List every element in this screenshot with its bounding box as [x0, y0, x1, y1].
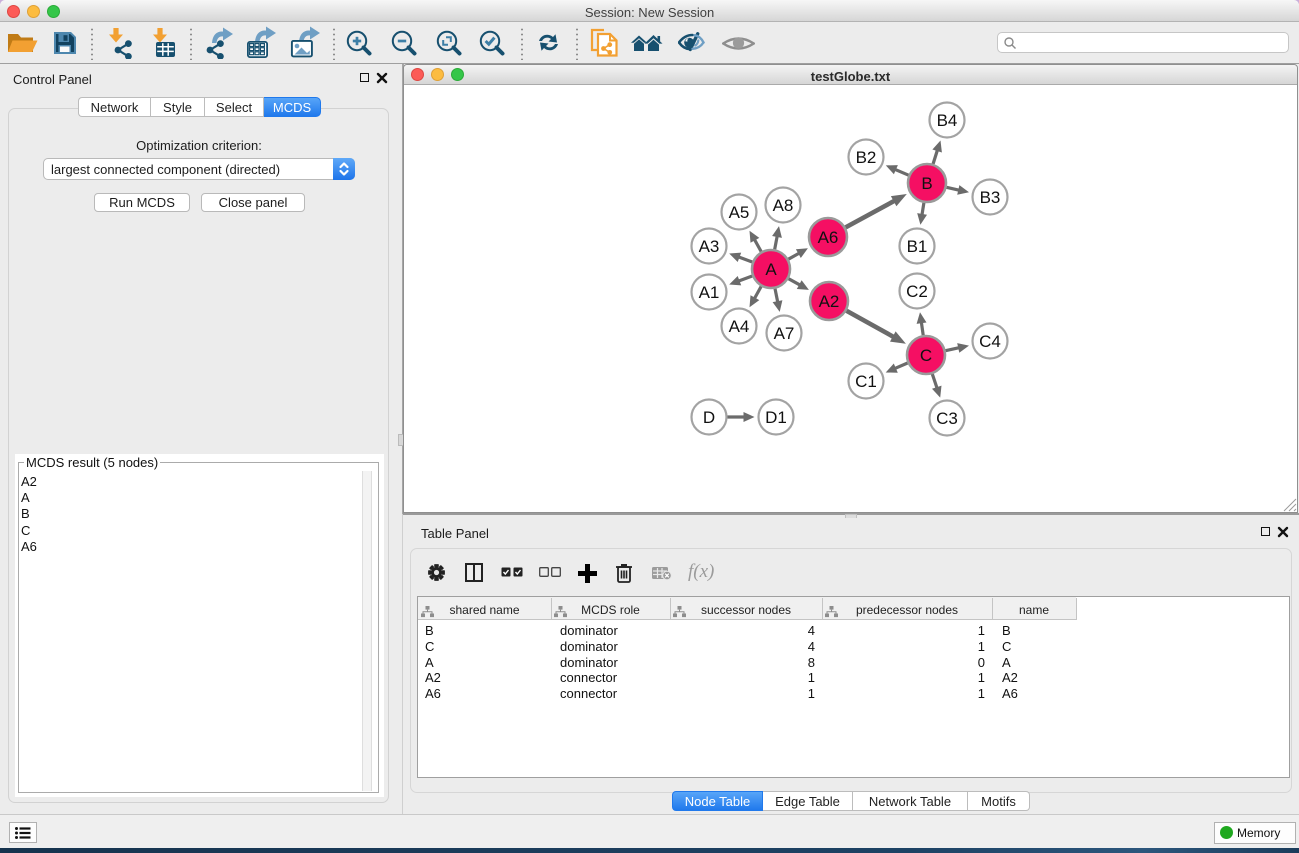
svg-text:D1: D1: [765, 408, 787, 427]
svg-text:C3: C3: [936, 409, 958, 428]
svg-text:C4: C4: [979, 332, 1001, 351]
svg-text:B1: B1: [907, 237, 928, 256]
svg-text:A1: A1: [699, 283, 720, 302]
svg-text:A5: A5: [729, 203, 750, 222]
svg-text:A6: A6: [818, 228, 839, 247]
svg-text:B2: B2: [856, 148, 877, 167]
svg-text:C2: C2: [906, 282, 928, 301]
svg-text:A: A: [765, 260, 777, 279]
svg-text:A8: A8: [773, 196, 794, 215]
svg-text:B3: B3: [980, 188, 1001, 207]
svg-text:D: D: [703, 408, 715, 427]
svg-text:C: C: [920, 346, 932, 365]
svg-text:B4: B4: [937, 111, 958, 130]
svg-text:A3: A3: [699, 237, 720, 256]
svg-text:A7: A7: [774, 324, 795, 343]
svg-text:C1: C1: [855, 372, 877, 391]
svg-text:B: B: [921, 174, 932, 193]
svg-text:A4: A4: [729, 317, 750, 336]
svg-text:A2: A2: [819, 292, 840, 311]
